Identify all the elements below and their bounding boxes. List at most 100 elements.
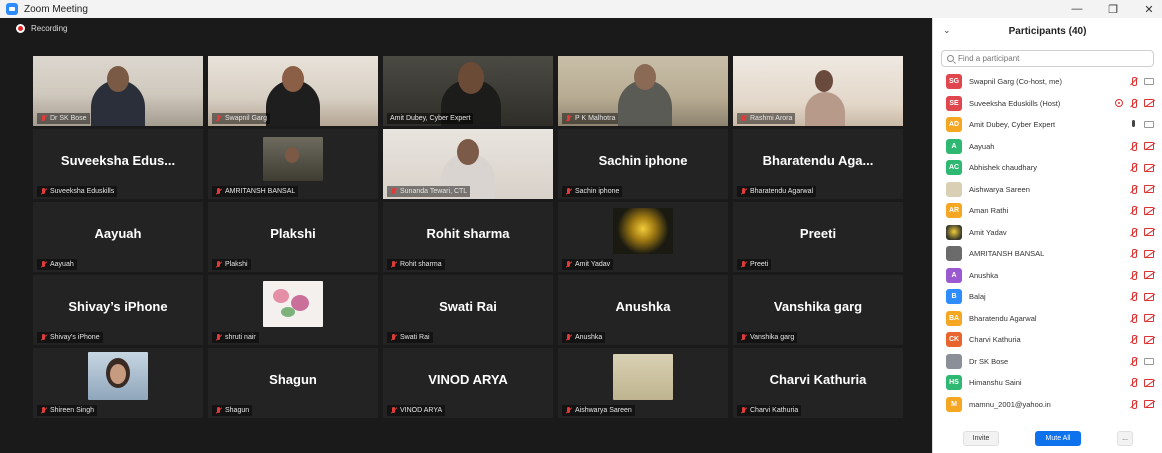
muted-mic-icon[interactable] (1129, 270, 1138, 280)
video-tile[interactable]: Rohit sharma Rohit sharma (383, 202, 553, 272)
profile-picture (88, 352, 148, 400)
invite-button[interactable]: Invite (963, 431, 999, 446)
participant-row[interactable]: SG Swapnil Garg (Co-host, me) (933, 71, 1162, 93)
participant-row[interactable]: Amit Yadav (933, 222, 1162, 244)
video-tile[interactable]: Charvi Kathuria Charvi Kathuria (733, 348, 903, 418)
video-tile[interactable]: Swati Rai Swati Rai (383, 275, 553, 345)
muted-mic-icon (390, 187, 397, 196)
video-tile[interactable]: shruti nair (208, 275, 378, 345)
video-tile[interactable]: Amit Yadav (558, 202, 728, 272)
participant-row[interactable]: AR Aman Rathi (933, 200, 1162, 222)
close-button[interactable]: ✕ (1142, 3, 1156, 16)
video-tile[interactable]: Swapnil Garg (208, 56, 378, 126)
participant-display-name: Plakshi (270, 226, 316, 241)
tile-label: Plakshi (212, 259, 251, 270)
video-tile[interactable]: Aishwarya Sareen (558, 348, 728, 418)
participant-row[interactable]: AD Amit Dubey, Cyber Expert (933, 114, 1162, 136)
video-tile[interactable]: VINOD ARYA VINOD ARYA (383, 348, 553, 418)
video-tile[interactable]: AMRITANSH BANSAL (208, 129, 378, 199)
video-tile[interactable]: Shivay’s iPhone Shivay's iPhone (33, 275, 203, 345)
video-tile[interactable]: Shireen Singh (33, 348, 203, 418)
muted-mic-icon[interactable] (1129, 227, 1138, 237)
participant-row[interactable]: CK Charvi Kathuria (933, 329, 1162, 351)
participant-row[interactable]: M mamnu_2001@yahoo.in (933, 394, 1162, 416)
tile-label: P K Malhotra (562, 113, 619, 124)
participant-row[interactable]: Dr SK Bose (933, 351, 1162, 373)
video-tile[interactable]: Plakshi Plakshi (208, 202, 378, 272)
participant-row[interactable]: AC Abhishek chaudhary (933, 157, 1162, 179)
muted-mic-icon[interactable] (1129, 292, 1138, 301)
muted-mic-icon[interactable] (1129, 378, 1138, 387)
chevron-down-icon[interactable]: ⌄ (943, 25, 951, 36)
video-tile[interactable]: Rashmi Arora (733, 56, 903, 126)
video-tile[interactable]: Anushka Anushka (558, 275, 728, 345)
video-tile[interactable]: Bharatendu Aga... Bharatendu Agarwal (733, 129, 903, 199)
video-tile[interactable]: Dr SK Bose (33, 56, 203, 126)
mic-icon[interactable] (1129, 120, 1138, 129)
participant-display-name: Anushka (615, 299, 671, 314)
participant-row[interactable]: B Balaj (933, 286, 1162, 308)
muted-mic-icon[interactable] (1129, 163, 1138, 172)
participant-row[interactable]: BA Bharatendu Agarwal (933, 308, 1162, 330)
participant-status (1129, 141, 1154, 151)
restore-button[interactable]: ❐ (1106, 3, 1120, 16)
muted-mic-icon (40, 406, 47, 415)
participant-display-name: Shagun (269, 372, 317, 387)
recording-icon (16, 24, 25, 33)
participant-status (1129, 77, 1154, 86)
participant-name: Charvi Kathuria (969, 335, 1021, 345)
video-tile[interactable]: Sachin iphone Sachin iphone (558, 129, 728, 199)
participant-name: Himanshu Saini (969, 378, 1022, 388)
video-tile[interactable]: Sunanda Tewari, CTL (383, 129, 553, 199)
muted-mic-icon[interactable] (1129, 249, 1138, 258)
participant-row[interactable]: HS Himanshu Saini (933, 372, 1162, 394)
participant-name: Shagun (225, 407, 250, 414)
avatar (946, 181, 962, 197)
participant-name: Suveeksha Eduskills (Host) (969, 98, 1061, 108)
participant-display-name: Preeti (799, 226, 837, 241)
profile-picture (263, 137, 323, 181)
participant-search[interactable] (941, 50, 1154, 67)
muted-mic-icon[interactable] (1129, 98, 1138, 108)
participant-name: AMRITANSH BANSAL (225, 188, 296, 195)
participant-row[interactable]: A Aayuah (933, 136, 1162, 158)
video-tile[interactable]: Suveeksha Edus... Suveeksha Eduskills (33, 129, 203, 199)
participants-panel: ⌄ Participants (40) SG Swapnil Garg (Co-… (932, 18, 1162, 453)
video-tile[interactable]: Vanshika garg Vanshika garg (733, 275, 903, 345)
video-off-icon (1144, 335, 1154, 344)
participant-status (1129, 120, 1154, 129)
participant-display-name: Vanshika garg (773, 299, 863, 314)
video-tile[interactable]: Preeti Preeti (733, 202, 903, 272)
participant-row[interactable]: AMRITANSH BANSAL (933, 243, 1162, 265)
tile-label: Aayuah (37, 259, 77, 270)
participant-name: VINOD ARYA (400, 407, 443, 414)
more-options-button[interactable]: ... (1117, 431, 1133, 446)
muted-mic-icon[interactable] (1129, 399, 1138, 409)
profile-picture (613, 208, 673, 254)
participant-row[interactable]: A Anushka (933, 265, 1162, 287)
video-tile-active-speaker[interactable]: Amit Dubey, Cyber Expert (383, 56, 553, 126)
muted-mic-icon[interactable] (1129, 313, 1138, 323)
muted-mic-icon[interactable] (1129, 206, 1138, 215)
video-tile[interactable]: P K Malhotra (558, 56, 728, 126)
participant-name: Sunanda Tewari, CTL (400, 188, 468, 195)
muted-mic-icon[interactable] (1129, 77, 1138, 86)
tile-label: Preeti (737, 259, 772, 270)
participant-name: Dr SK Bose (969, 356, 1009, 366)
participant-name: Shireen Singh (50, 407, 94, 414)
muted-mic-icon[interactable] (1129, 141, 1138, 151)
participant-status (1129, 227, 1154, 237)
video-tile[interactable]: Shagun Shagun (208, 348, 378, 418)
search-input[interactable] (958, 54, 1138, 63)
participant-row[interactable]: SE Suveeksha Eduskills (Host) (933, 93, 1162, 115)
muted-mic-icon (565, 114, 572, 123)
recording-indicator[interactable]: Recording (16, 24, 67, 33)
minimize-button[interactable]: — (1070, 3, 1084, 15)
muted-mic-icon (215, 187, 222, 196)
muted-mic-icon[interactable] (1129, 335, 1138, 344)
participant-row[interactable]: Aishwarya Sareen (933, 179, 1162, 201)
mute-all-button[interactable]: Mute All (1035, 431, 1081, 446)
muted-mic-icon[interactable] (1129, 184, 1138, 194)
video-tile[interactable]: Aayuah Aayuah (33, 202, 203, 272)
muted-mic-icon[interactable] (1129, 356, 1138, 366)
